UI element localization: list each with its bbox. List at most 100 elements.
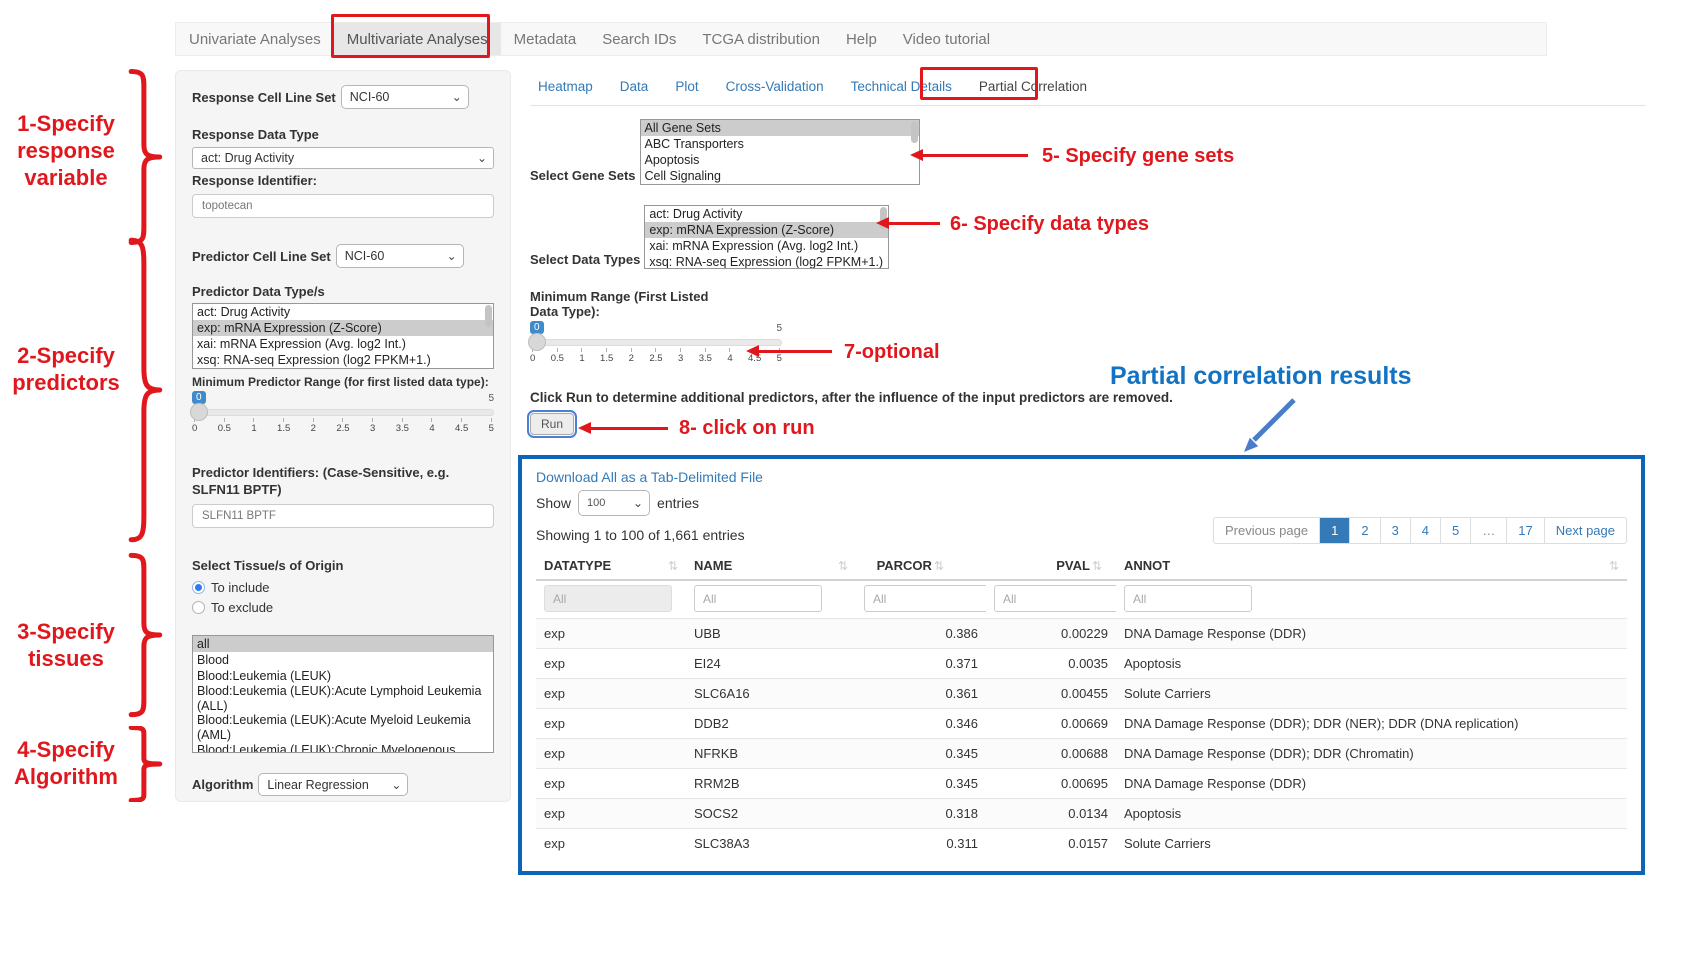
- nav-help[interactable]: Help: [833, 23, 890, 55]
- tissue-listbox[interactable]: all Blood Blood:Leukemia (LEUK) Blood:Le…: [192, 635, 494, 753]
- table-row[interactable]: expNFRKB 0.3450.00688 DNA Damage Respons…: [536, 739, 1627, 769]
- select-gene-sets-label: Select Gene Sets: [530, 168, 636, 185]
- nav-univariate-analyses[interactable]: Univariate Analyses: [176, 23, 334, 55]
- slider-max-label: 5: [776, 323, 782, 334]
- response-identifier-label: Response Identifier:: [192, 173, 494, 188]
- slider-track[interactable]: [530, 339, 782, 346]
- radio-to-include[interactable]: To include: [192, 580, 494, 595]
- scrollbar-thumb[interactable]: [911, 121, 918, 143]
- algorithm-select[interactable]: Linear Regression ⌄: [258, 773, 408, 796]
- filter-annot[interactable]: [1124, 585, 1252, 612]
- sort-icon[interactable]: ⇅: [1609, 559, 1619, 573]
- annotation-brace-4: [128, 726, 164, 802]
- response-identifier-input[interactable]: [192, 194, 494, 218]
- column-header-datatype[interactable]: DATATYPE⇅: [536, 552, 686, 580]
- showing-entries-text: Showing 1 to 100 of 1,661 entries: [536, 527, 745, 543]
- listbox-option[interactable]: Cell Signaling: [641, 168, 919, 184]
- table-row[interactable]: expEI24 0.3710.0035 Apoptosis: [536, 649, 1627, 679]
- page-button-4[interactable]: 4: [1410, 518, 1440, 543]
- min-predictor-range-label: Minimum Predictor Range (for first liste…: [192, 375, 494, 389]
- tab-cross-validation[interactable]: Cross-Validation: [726, 79, 824, 94]
- table-row[interactable]: expSLC6A16 0.3610.00455 Solute Carriers: [536, 679, 1627, 709]
- radio-unselected-icon[interactable]: [192, 601, 205, 614]
- listbox-option[interactable]: Blood: [193, 652, 493, 668]
- sort-icon[interactable]: ⇅: [934, 559, 944, 573]
- annotation-step8: 8- click on run: [679, 415, 815, 442]
- response-cell-line-set-select[interactable]: NCI-60 ⌄: [341, 85, 469, 109]
- nav-metadata[interactable]: Metadata: [501, 23, 590, 55]
- gene-sets-listbox[interactable]: All Gene Sets ABC Transporters Apoptosis…: [640, 119, 920, 185]
- table-row[interactable]: expSOCS2 0.3180.0134 Apoptosis: [536, 799, 1627, 829]
- tab-plot[interactable]: Plot: [675, 79, 698, 94]
- page-button-1[interactable]: 1: [1319, 518, 1349, 543]
- tab-technical-details[interactable]: Technical Details: [851, 79, 952, 94]
- tab-data[interactable]: Data: [620, 79, 649, 94]
- previous-page-button[interactable]: Previous page: [1214, 518, 1319, 543]
- column-header-name[interactable]: NAME⇅: [686, 552, 856, 580]
- radio-to-exclude[interactable]: To exclude: [192, 600, 494, 615]
- sort-icon[interactable]: ⇅: [668, 559, 678, 573]
- nav-tcga-distribution[interactable]: TCGA distribution: [689, 23, 833, 55]
- annotation-step2: 2-Specifypredictors: [8, 342, 124, 396]
- sort-icon[interactable]: ⇅: [1092, 559, 1102, 573]
- listbox-option-selected[interactable]: exp: mRNA Expression (Z-Score): [193, 320, 493, 336]
- listbox-option[interactable]: xsq: RNA-seq Expression (log2 FPKM+1.): [645, 254, 888, 269]
- listbox-option[interactable]: xai: mRNA Expression (Avg. log2 Int.): [645, 238, 888, 254]
- filter-datatype[interactable]: [544, 585, 672, 612]
- response-data-type-select[interactable]: act: Drug Activity ⌄: [192, 147, 494, 169]
- listbox-option[interactable]: ABC Transporters: [641, 136, 919, 152]
- slider-handle[interactable]: [528, 333, 546, 351]
- listbox-option[interactable]: act: Drug Activity: [645, 206, 888, 222]
- predictor-cell-line-set-select[interactable]: NCI-60 ⌄: [336, 244, 464, 268]
- table-row[interactable]: expRRM2B 0.3450.00695 DNA Damage Respons…: [536, 769, 1627, 799]
- nav-multivariate-analyses[interactable]: Multivariate Analyses: [334, 23, 501, 55]
- next-page-button[interactable]: Next page: [1544, 518, 1626, 543]
- tab-partial-correlation[interactable]: Partial Correlation: [979, 79, 1087, 94]
- column-header-annot[interactable]: ANNOT⇅: [1116, 552, 1627, 580]
- column-header-pval[interactable]: PVAL⇅: [986, 552, 1116, 580]
- sort-icon[interactable]: ⇅: [838, 559, 848, 573]
- listbox-option[interactable]: Apoptosis: [641, 152, 919, 168]
- filter-pval[interactable]: [994, 585, 1116, 612]
- table-row[interactable]: expDDB2 0.3460.00669 DNA Damage Response…: [536, 709, 1627, 739]
- slider-handle[interactable]: [190, 403, 208, 421]
- run-button[interactable]: Run: [530, 413, 574, 435]
- data-types-listbox[interactable]: act: Drug Activity exp: mRNA Expression …: [644, 205, 889, 269]
- radio-selected-icon[interactable]: [192, 581, 205, 594]
- listbox-option[interactable]: Blood:Leukemia (LEUK):Chronic Myelogenou…: [193, 743, 493, 753]
- filter-parcor[interactable]: [864, 585, 986, 612]
- chevron-down-icon: ⌄: [452, 92, 462, 102]
- listbox-option[interactable]: xsq: RNA-seq Expression (log2 FPKM+1.): [193, 352, 493, 368]
- download-link[interactable]: Download All as a Tab-Delimited File: [536, 469, 1627, 485]
- listbox-option[interactable]: Blood:Leukemia (LEUK): [193, 668, 493, 684]
- page-button-17[interactable]: 17: [1506, 518, 1543, 543]
- min-range-slider[interactable]: 0 5 0 0.5 1 1.5 2 2.5 3 3.5 4 4.5 5: [530, 339, 782, 364]
- listbox-option-selected[interactable]: all: [193, 636, 493, 652]
- listbox-option[interactable]: xai: mRNA Expression (Avg. log2 Int.): [193, 336, 493, 352]
- response-cell-line-set-label: Response Cell Line Set: [192, 90, 336, 105]
- listbox-option[interactable]: act: Drug Activity: [193, 304, 493, 320]
- nav-search-ids[interactable]: Search IDs: [589, 23, 689, 55]
- page-button-5[interactable]: 5: [1440, 518, 1470, 543]
- page-button-3[interactable]: 3: [1380, 518, 1410, 543]
- listbox-option[interactable]: Blood:Leukemia (LEUK):Acute Myeloid Leuk…: [193, 713, 493, 742]
- tab-heatmap[interactable]: Heatmap: [538, 79, 593, 94]
- page-button-2[interactable]: 2: [1349, 518, 1379, 543]
- listbox-option-selected[interactable]: All Gene Sets: [641, 120, 919, 136]
- table-row[interactable]: expUBB 0.3860.00229 DNA Damage Response …: [536, 619, 1627, 649]
- nav-video-tutorial[interactable]: Video tutorial: [890, 23, 1003, 55]
- listbox-option[interactable]: Blood:Leukemia (LEUK):Acute Lymphoid Leu…: [193, 684, 493, 713]
- column-header-parcor[interactable]: PARCOR⇅: [856, 552, 986, 580]
- predictor-data-types-listbox[interactable]: act: Drug Activity exp: mRNA Expression …: [192, 303, 494, 369]
- filter-name[interactable]: [694, 585, 822, 612]
- show-entries-select[interactable]: 100 ⌄: [578, 490, 650, 516]
- annotation-brace-2: [128, 234, 164, 546]
- table-row[interactable]: expSLC38A3 0.3110.0157 Solute Carriers: [536, 829, 1627, 859]
- min-predictor-range-slider[interactable]: 0 5 0 0.5 1 1.5 2 2.5 3 3.5 4 4.5 5: [192, 409, 494, 434]
- slider-track[interactable]: [192, 409, 494, 416]
- listbox-option-selected[interactable]: exp: mRNA Expression (Z-Score): [645, 222, 888, 238]
- annotation-results-label: Partial correlation results: [1110, 362, 1412, 391]
- scrollbar-thumb[interactable]: [485, 305, 492, 327]
- predictor-cell-line-set-label: Predictor Cell Line Set: [192, 249, 331, 264]
- predictor-identifiers-input[interactable]: [192, 504, 494, 528]
